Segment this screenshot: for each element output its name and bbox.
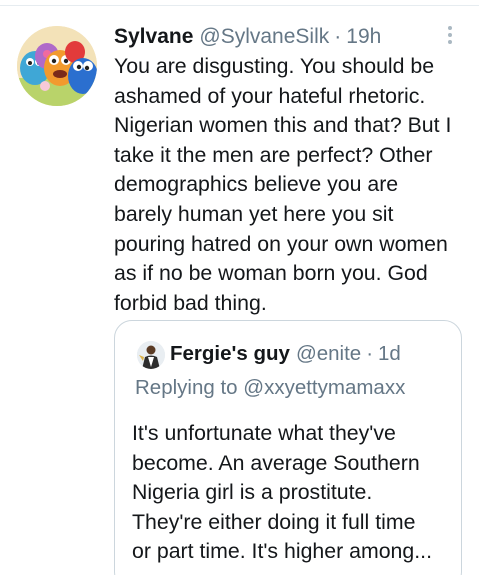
quoted-tweet-text: It's unfortunate what they've become. An…	[132, 421, 432, 564]
avatar[interactable]	[17, 26, 97, 106]
quoted-timestamp: 1d	[378, 342, 401, 365]
tweet[interactable]: Sylvane @SylvaneSilk · 19h You are disgu…	[0, 0, 479, 575]
tweet-header: Sylvane @SylvaneSilk · 19h	[114, 22, 457, 52]
quoted-avatar	[137, 341, 165, 369]
person-photo-avatar-icon	[137, 341, 165, 369]
separator-dot: ·	[334, 25, 342, 48]
display-name[interactable]: Sylvane	[114, 22, 193, 52]
replying-to: Replying to @xxyettymamaxx	[135, 373, 405, 403]
divider	[0, 5, 479, 6]
replying-prefix: Replying to	[135, 376, 238, 399]
user-handle[interactable]: @SylvaneSilk	[199, 22, 329, 52]
quoted-header: Fergie's guy @enite · 1d	[170, 339, 453, 369]
separator-dot: ·	[366, 342, 374, 365]
timestamp[interactable]: 19h	[346, 22, 381, 52]
quoted-display-name: Fergie's guy	[170, 342, 290, 365]
replying-mention[interactable]: @xxyettymamaxx	[243, 376, 405, 399]
muppet-characters-avatar-icon	[17, 26, 97, 106]
quoted-user-handle: @enite	[295, 342, 362, 365]
tweet-text: You are disgusting. You should be ashame…	[114, 54, 452, 315]
quoted-tweet[interactable]: Fergie's guy @enite · 1d Replying to @xx…	[114, 320, 462, 575]
vertical-dots-icon[interactable]	[447, 26, 453, 46]
